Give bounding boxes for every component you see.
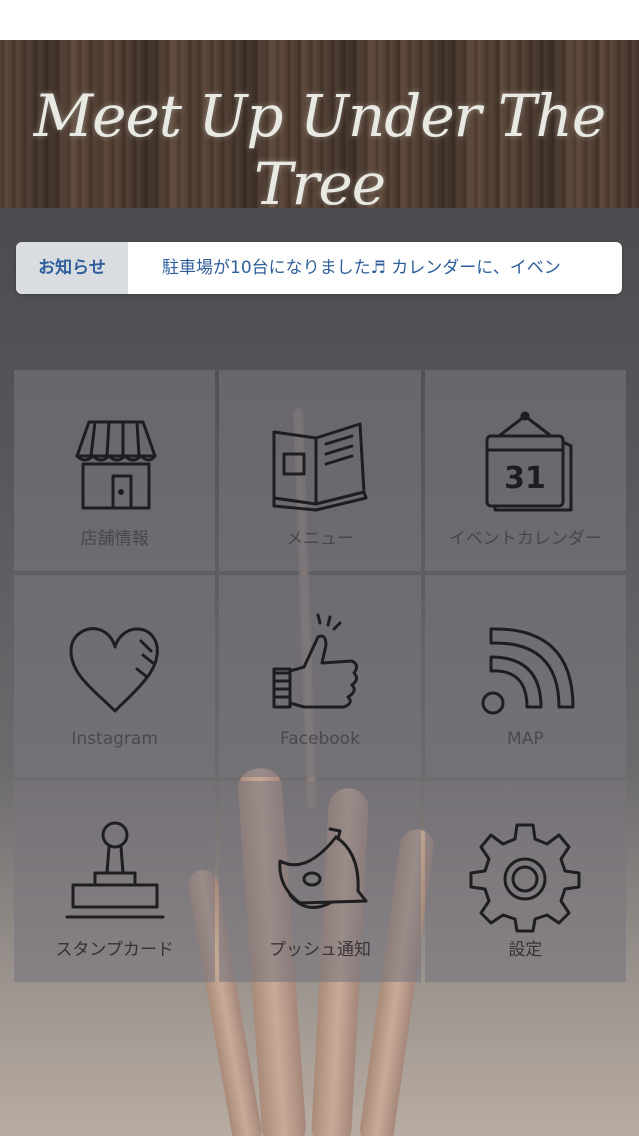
menu-tile-label: イベントカレンダー <box>448 529 602 549</box>
thumbs-up-icon <box>272 613 359 709</box>
menu-tile-event-calendar[interactable]: 31 イベントカレンダー <box>424 370 626 572</box>
menu-tile-push-notification[interactable]: プッシュ通知 <box>219 780 421 982</box>
menu-tile-settings[interactable]: 設定 <box>424 780 626 982</box>
menu-tile-menu[interactable]: メニュー <box>219 370 421 572</box>
menu-tile-shop-info[interactable]: 店舗情報 <box>14 370 216 572</box>
menu-tile-label: Facebook <box>280 729 360 750</box>
svg-text:31: 31 <box>504 461 546 496</box>
menu-tile-stamp-card[interactable]: スタンプカード <box>14 780 216 982</box>
menu-tile-map[interactable]: MAP <box>424 575 626 777</box>
menu-tile-label: スタンプカード <box>55 939 174 960</box>
shop-icon <box>75 420 157 510</box>
notice-bar[interactable]: お知らせ 駐車場が10台になりました♬ カレンダーに、イベン <box>16 242 622 294</box>
app-logo-title: Meet Up Under The Tree <box>33 82 606 208</box>
bell-icon <box>278 827 368 909</box>
menu-tile-label: 店舗情報 <box>80 529 149 549</box>
notice-label: お知らせ <box>16 242 128 294</box>
gear-icon <box>469 823 581 933</box>
calendar-icon: 31 <box>485 411 573 512</box>
menu-tile-facebook[interactable]: Facebook <box>219 575 421 777</box>
notice-ticker-text[interactable]: 駐車場が10台になりました♬ カレンダーに、イベン <box>162 242 561 294</box>
menu-grid: 店舗情報 メニュー 31 イベントカレンダー Instagram Faceboo… <box>14 370 626 982</box>
heart-icon <box>69 627 159 713</box>
book-icon <box>272 422 368 512</box>
signal-icon <box>481 627 575 715</box>
menu-tile-label: Instagram <box>71 729 158 750</box>
menu-tile-label: プッシュ通知 <box>268 939 371 960</box>
menu-tile-label: MAP <box>507 729 544 750</box>
menu-tile-label: メニュー <box>285 529 354 549</box>
menu-tile-label: 設定 <box>508 939 543 960</box>
status-bar <box>0 0 639 40</box>
menu-tile-instagram[interactable]: Instagram <box>14 575 216 777</box>
stamp-icon <box>65 821 165 919</box>
app-header: Meet Up Under The Tree <box>0 40 639 208</box>
